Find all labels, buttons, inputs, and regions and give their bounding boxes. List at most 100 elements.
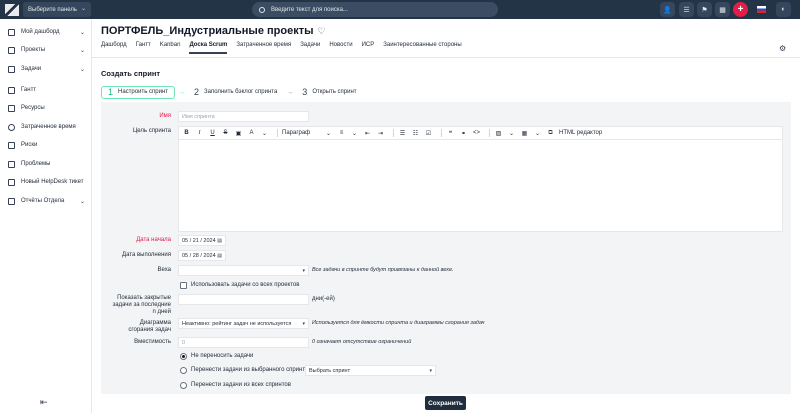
- section-title: Создать спринт: [101, 69, 161, 78]
- paragraph-select[interactable]: Параграф: [282, 130, 324, 136]
- problems-icon: [8, 160, 15, 168]
- end-date-value: 05 / 28 / 2024: [182, 252, 216, 259]
- link-icon[interactable]: ⚭: [459, 130, 468, 137]
- flag-icon[interactable]: ⚑: [697, 2, 712, 17]
- quote-icon[interactable]: ❝: [446, 130, 455, 137]
- save-button[interactable]: Сохранить: [425, 396, 466, 410]
- sprint-select-value: Выбрать спринт: [309, 367, 351, 374]
- collapse-sidebar-icon[interactable]: ⇤: [40, 397, 48, 408]
- use-all-projects-label: Использовать задачи со всех проектов: [191, 282, 300, 288]
- code-icon[interactable]: <>: [472, 130, 481, 136]
- goal-editor[interactable]: [178, 140, 783, 232]
- sidebar-item-dashboard[interactable]: Мой дашборд ⌄: [0, 25, 92, 39]
- start-date-label: Дата начала: [136, 237, 171, 243]
- chevron-down-icon[interactable]: ⌄: [350, 130, 359, 137]
- indent-decrease-icon[interactable]: ⇤: [363, 130, 372, 137]
- chevron-down-icon[interactable]: ⌄: [80, 66, 85, 73]
- page-title: ПОРТФЕЛЬ_Индустриальные проекты ♡: [101, 25, 326, 37]
- burndown-select[interactable]: Неактивно: рейтинг задач не используется…: [178, 318, 309, 329]
- indent-increase-icon[interactable]: ⇥: [376, 130, 385, 137]
- project-tabs: Дашборд Гантт Kanban Доска Scrum Затраче…: [101, 42, 471, 54]
- burndown-value: Неактивно: рейтинг задач не используется: [182, 320, 292, 327]
- tasks-icon: [8, 65, 15, 73]
- sidebar-item-projects[interactable]: Проекты ⌄: [0, 43, 92, 57]
- end-date-input[interactable]: 05 / 28 / 2024 ▤: [178, 250, 226, 261]
- account-icon[interactable]: ◐: [776, 2, 791, 17]
- bullet-list-icon[interactable]: ☰: [398, 130, 407, 137]
- chevron-down-icon[interactable]: ⌄: [260, 130, 269, 137]
- sidebar-item-label: Новый HelpDesk тикет: [21, 179, 84, 185]
- app-logo[interactable]: [5, 3, 19, 16]
- sidebar-item-resources[interactable]: Ресурсы: [0, 101, 92, 115]
- align-icon[interactable]: ≡: [337, 130, 346, 136]
- tab-wbs[interactable]: ИСР: [362, 42, 375, 54]
- tab-tasks[interactable]: Задачи: [300, 42, 320, 54]
- chevron-down-icon: ⌄: [80, 6, 86, 12]
- wizard-steps: 1 Настроить спринт → 2 Заполнить бэклог …: [101, 85, 363, 99]
- sidebar-item-problems[interactable]: Проблемы: [0, 157, 92, 171]
- closed-days-unit: дни(-ей): [312, 296, 335, 302]
- use-all-projects-checkbox[interactable]: [180, 282, 187, 289]
- language-flag-icon[interactable]: [754, 2, 769, 17]
- tab-scrum-board[interactable]: Доска Scrum: [189, 42, 228, 54]
- chevron-down-icon[interactable]: ⌄: [80, 47, 85, 54]
- step-configure[interactable]: 1 Настроить спринт: [101, 85, 175, 99]
- milestone-select[interactable]: ▾: [178, 265, 309, 276]
- transfer-from-sprint-radio[interactable]: [180, 367, 187, 374]
- calendar-icon[interactable]: ▦: [715, 2, 730, 17]
- chevron-down-icon[interactable]: ⌄: [533, 130, 542, 137]
- heart-icon[interactable]: ♡: [318, 26, 326, 36]
- checklist-icon[interactable]: ☰: [679, 2, 694, 17]
- step-open[interactable]: 3 Открыть спринт: [296, 86, 362, 99]
- sidebar-item-time-spent[interactable]: Затраченное время: [0, 120, 92, 134]
- sidebar-item-risks[interactable]: Риски: [0, 138, 92, 152]
- chevron-down-icon[interactable]: ⌄: [80, 29, 85, 36]
- image-icon[interactable]: ▨: [494, 130, 503, 137]
- tab-gantt[interactable]: Гантт: [136, 42, 151, 54]
- start-date-input[interactable]: 05 / 21 / 2024 ▤: [178, 235, 226, 246]
- numbered-list-icon[interactable]: ☷: [411, 130, 420, 137]
- html-editor-icon[interactable]: ⧉: [546, 130, 555, 137]
- helpdesk-icon: [8, 178, 15, 186]
- tab-dashboard[interactable]: Дашборд: [101, 42, 127, 54]
- html-editor-button[interactable]: HTML редактор: [559, 130, 602, 136]
- tab-news[interactable]: Новости: [329, 42, 352, 54]
- step-backlog[interactable]: 2 Заполнить бэклог спринта: [188, 86, 283, 99]
- sidebar-item-helpdesk[interactable]: Новый HelpDesk тикет: [0, 175, 92, 189]
- sprint-name-input[interactable]: Имя спринта: [178, 111, 309, 122]
- font-color-icon[interactable]: A: [247, 130, 256, 136]
- chevron-down-icon[interactable]: ⌄: [507, 130, 516, 137]
- tab-time-spent[interactable]: Затраченное время: [236, 42, 291, 54]
- sidebar-item-tasks[interactable]: Задачи ⌄: [0, 62, 92, 76]
- sprint-select[interactable]: Выбрать спринт ▾: [305, 365, 436, 376]
- user-icon[interactable]: 👤: [660, 2, 675, 17]
- sidebar-item-reports[interactable]: Отчёты Отдела ⌄: [0, 194, 92, 208]
- settings-sliders-icon[interactable]: ⚙: [779, 44, 786, 53]
- todo-list-icon[interactable]: ☑: [424, 130, 433, 137]
- capacity-input[interactable]: 0: [178, 337, 309, 348]
- italic-icon[interactable]: I: [195, 130, 204, 136]
- add-icon[interactable]: +: [733, 2, 748, 17]
- chevron-down-icon[interactable]: ⌄: [324, 130, 333, 137]
- no-transfer-label: Не переносить задачи: [191, 353, 254, 359]
- highlight-icon[interactable]: ▣: [234, 130, 243, 137]
- panel-select-label: Выберите панель: [28, 6, 78, 13]
- chevron-down-icon[interactable]: ⌄: [80, 198, 85, 205]
- panel-select[interactable]: Выберите панель ⌄: [23, 2, 91, 17]
- global-search[interactable]: Введите текст для поиска...: [252, 2, 498, 17]
- no-transfer-radio[interactable]: [180, 353, 187, 360]
- sidebar-item-gantt[interactable]: Гантт: [0, 83, 92, 97]
- tab-kanban[interactable]: Kanban: [160, 42, 181, 54]
- sidebar-item-label: Задачи: [21, 66, 42, 72]
- strikethrough-icon[interactable]: S: [221, 130, 230, 136]
- calendar-icon[interactable]: ▤: [217, 253, 222, 259]
- gantt-icon: [8, 86, 15, 94]
- table-icon[interactable]: ▦: [520, 130, 529, 137]
- calendar-icon[interactable]: ▤: [217, 238, 222, 244]
- closed-days-input[interactable]: [178, 294, 309, 305]
- tab-stakeholders[interactable]: Заинтересованные стороны: [383, 42, 461, 54]
- bold-icon[interactable]: B: [182, 130, 191, 136]
- underline-icon[interactable]: U: [208, 130, 217, 136]
- transfer-all-radio[interactable]: [180, 382, 187, 389]
- step-number: 3: [302, 87, 308, 97]
